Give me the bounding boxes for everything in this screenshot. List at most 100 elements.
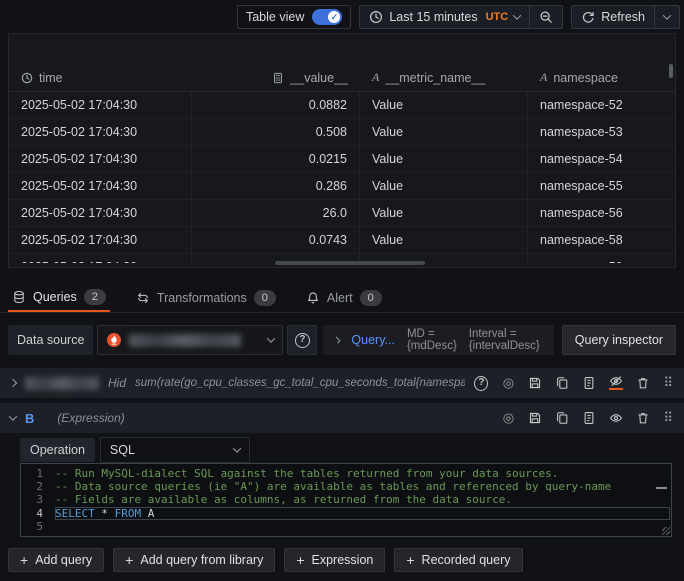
- refresh-button[interactable]: Refresh: [572, 6, 654, 28]
- add-recorded-query-button[interactable]: + Recorded query: [394, 548, 522, 572]
- button-label: Add query from library: [140, 553, 263, 567]
- column-header-namespace[interactable]: A namespace: [528, 64, 675, 91]
- record-query-icon[interactable]: ◎: [501, 376, 515, 390]
- add-expression-button[interactable]: + Expression: [284, 548, 385, 572]
- sql-code-editor[interactable]: 1 -- Run MySQL-dialect SQL against the t…: [20, 463, 672, 537]
- tab-alert[interactable]: Alert 0: [302, 283, 386, 312]
- line-number: 5: [21, 520, 55, 533]
- refresh-interval-dropdown[interactable]: [655, 6, 679, 28]
- table-body: 2025-05-02 17:04:30 0.0882 Value namespa…: [9, 92, 675, 263]
- table-header-row: time __value__ A __metric_name__ A names…: [9, 64, 675, 92]
- datasource-label: Data source: [8, 325, 93, 355]
- chevron-down-icon: [663, 11, 671, 19]
- delete-query-icon[interactable]: [636, 411, 650, 425]
- sql-token: *: [101, 507, 114, 520]
- add-query-button[interactable]: + Add query: [8, 548, 104, 572]
- column-header-label: __value__: [290, 71, 348, 85]
- copy-query-icon[interactable]: [582, 376, 596, 390]
- record-query-icon[interactable]: ◎: [501, 411, 515, 425]
- query-type-label: (Expression): [57, 411, 124, 425]
- save-to-library-icon[interactable]: [528, 376, 542, 390]
- toggle-check-icon: ✓: [328, 11, 340, 23]
- duplicate-query-icon[interactable]: [555, 376, 569, 390]
- results-table: time __value__ A __metric_name__ A names…: [9, 64, 675, 263]
- delete-query-icon[interactable]: [636, 376, 650, 390]
- code-line: 3 -- Fields are available as columns, as…: [21, 493, 671, 506]
- hide-query-icon[interactable]: [609, 376, 623, 390]
- operation-select[interactable]: SQL: [100, 437, 250, 463]
- cell-value: 0.0882: [192, 92, 360, 118]
- datasource-bar: Data source ? Query... MD = {mdDesc} Int…: [8, 325, 676, 355]
- table-view-toggle[interactable]: ✓: [312, 9, 342, 25]
- cell-time: 2025-05-02 17:04:30: [9, 254, 192, 263]
- show-query-icon[interactable]: [609, 411, 623, 425]
- editor-resize-handle[interactable]: [662, 527, 670, 535]
- zoom-out-time-button[interactable]: [530, 6, 562, 28]
- datasource-picker[interactable]: [97, 325, 283, 355]
- query-row-b: B (Expression) ◎ ⠿: [0, 403, 684, 433]
- string-field-icon: A: [540, 70, 547, 85]
- collapse-row-icon[interactable]: [9, 412, 17, 420]
- plus-icon: +: [125, 552, 133, 568]
- expand-row-icon[interactable]: [9, 379, 17, 387]
- code-line: 1 -- Run MySQL-dialect SQL against the t…: [21, 467, 671, 480]
- max-data-points-summary: MD = {mdDesc}: [407, 328, 457, 352]
- chevron-right-icon: [334, 336, 341, 343]
- save-to-library-icon[interactable]: [528, 411, 542, 425]
- tab-label: Transformations: [157, 291, 247, 305]
- duplicate-query-icon[interactable]: [555, 411, 569, 425]
- drag-handle-icon[interactable]: ⠿: [663, 410, 674, 426]
- cell-value: 0.0215: [192, 146, 360, 172]
- column-header-value[interactable]: __value__: [192, 64, 360, 91]
- query-inspector-button[interactable]: Query inspector: [562, 325, 676, 355]
- operation-row: Operation SQL: [20, 437, 250, 463]
- refresh-label: Refresh: [601, 10, 645, 24]
- cell-metric-name: Value: [360, 200, 528, 226]
- drag-handle-icon[interactable]: ⠿: [663, 375, 674, 391]
- zoom-out-icon: [539, 10, 553, 24]
- tab-queries[interactable]: Queries 2: [8, 283, 110, 312]
- add-query-from-library-button[interactable]: + Add query from library: [113, 548, 275, 572]
- column-header-metric-name[interactable]: A __metric_name__: [360, 64, 528, 91]
- button-label: Add query: [35, 553, 92, 567]
- cell-metric-name: Value: [360, 92, 528, 118]
- column-header-label: namespace: [553, 71, 618, 85]
- line-number: 1: [21, 467, 55, 480]
- overview-ruler-mark: [656, 487, 667, 489]
- transform-icon: [136, 291, 150, 305]
- datasource-name-redacted: [129, 334, 241, 347]
- plus-icon: +: [296, 552, 304, 568]
- code-line-active: 4 SELECT * FROM A: [21, 507, 671, 520]
- help-icon[interactable]: ?: [474, 376, 488, 390]
- tab-label: Alert: [327, 291, 353, 305]
- tab-count-badge: 0: [254, 290, 276, 306]
- chevron-down-icon: [233, 444, 241, 452]
- operation-label: Operation: [20, 438, 95, 462]
- column-header-time[interactable]: time: [9, 64, 192, 91]
- cell-time: 2025-05-02 17:04:30: [9, 146, 192, 172]
- table-row: 2025-05-02 17:04:30 0.0882 Value namespa…: [9, 92, 675, 119]
- time-range-picker[interactable]: Last 15 minutes UTC: [360, 6, 529, 28]
- topbar: Table view ✓ Last 15 minutes UTC Refresh: [0, 5, 680, 29]
- sql-keyword: FROM: [115, 507, 148, 520]
- cell-namespace: namespace-55: [528, 173, 675, 199]
- cell-namespace: namespace-52: [528, 92, 675, 118]
- tab-transformations[interactable]: Transformations 0: [132, 283, 280, 312]
- query-options-toggle[interactable]: Query... MD = {mdDesc} Interval = {inter…: [323, 325, 553, 355]
- horizontal-scrollbar-thumb[interactable]: [275, 261, 425, 265]
- query-ref-id: B: [25, 411, 34, 426]
- datasource-help-button[interactable]: ?: [287, 325, 317, 355]
- grafana-panel-editor: Table view ✓ Last 15 minutes UTC Refresh: [0, 0, 684, 581]
- editor-tabbar: Queries 2 Transformations 0 Alert 0: [0, 283, 684, 313]
- table-view-label: Table view: [246, 10, 304, 24]
- tab-count-badge: 2: [84, 289, 106, 305]
- line-number: 4: [21, 507, 55, 520]
- chevron-down-icon: [513, 11, 521, 19]
- vertical-scrollbar-thumb[interactable]: [669, 64, 673, 78]
- copy-query-icon[interactable]: [582, 411, 596, 425]
- sql-comment: -- Data source queries (ie "A") are avai…: [55, 480, 670, 493]
- table-row: 2025-05-02 17:04:30 0.286 Value namespac…: [9, 173, 675, 200]
- cell-metric-name: Value: [360, 119, 528, 145]
- sql-comment: -- Fields are available as columns, as r…: [55, 493, 670, 506]
- cell-time: 2025-05-02 17:04:30: [9, 119, 192, 145]
